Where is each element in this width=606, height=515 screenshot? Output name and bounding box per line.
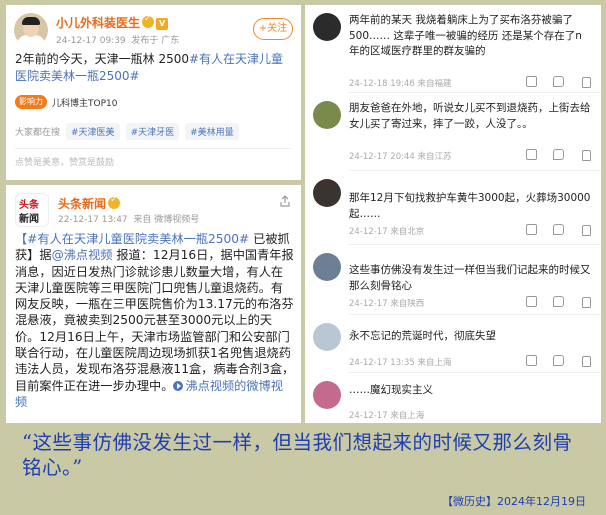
- reward-note: 点赞是美意，赞赏是鼓励: [15, 158, 115, 168]
- share-icon[interactable]: [526, 149, 537, 160]
- comment-item: 这些事仿佛没有发生过一样但当我们记起来的时候又那么刻骨铭心 24-12-17 来…: [305, 245, 601, 315]
- like-icon[interactable]: [580, 224, 591, 236]
- comment-meta: 24-12-17 来自陕西: [349, 299, 425, 309]
- reply-icon[interactable]: [553, 355, 564, 366]
- avatar[interactable]: [313, 179, 341, 207]
- follow-button[interactable]: +关注: [253, 18, 293, 40]
- comment-text: ……魔幻现实主义: [349, 384, 433, 396]
- avatar[interactable]: [313, 323, 341, 351]
- avatar[interactable]: [14, 13, 48, 47]
- avatar[interactable]: [313, 253, 341, 281]
- weibo-post-card: 小儿外科装医生V 24-12-17 09:39 发布于 广东 +关注 2年前的今…: [6, 5, 301, 180]
- verified-badge-icon: [108, 195, 121, 209]
- reply-icon[interactable]: [553, 149, 564, 160]
- comment-item: ……魔幻现实主义 24-12-17 来自上海: [305, 373, 601, 423]
- topic-link[interactable]: 【#有人在天津儿童医院卖美林一瓶2500#: [15, 232, 249, 246]
- share-icon[interactable]: [279, 195, 291, 207]
- comments-panel: 两年前的某天 我烧着躺床上为了买布洛芬被骗了500…… 这辈子唯一被骗的经历 还…: [305, 5, 601, 423]
- video-icon: [173, 380, 184, 391]
- search-chip[interactable]: #天津牙医: [125, 123, 180, 140]
- left-column: 小儿外科装医生V 24-12-17 09:39 发布于 广东 +关注 2年前的今…: [6, 5, 301, 423]
- everyone-searching: 大家都在搜 #天津医美 #天津牙医 #美林用量: [15, 123, 239, 140]
- verified-badge-icon: [142, 14, 155, 28]
- avatar[interactable]: [313, 101, 341, 129]
- post-meta: 22-12-17 13:47 来自 微博视频号: [58, 215, 200, 225]
- like-icon[interactable]: [580, 355, 591, 367]
- influence-badge: 影响力: [15, 95, 47, 109]
- screenshot-frame: 小儿外科装医生V 24-12-17 09:39 发布于 广东 +关注 2年前的今…: [0, 0, 606, 515]
- reply-icon[interactable]: [553, 224, 564, 235]
- comment-item: 那年12月下旬找救护车黄牛3000起，火葬场30000起…… 24-12-17 …: [305, 171, 601, 245]
- like-icon[interactable]: [580, 76, 591, 88]
- comment-item: 永不忘记的荒诞时代，彻底失望 24-12-17 13:35 来自上海: [305, 315, 601, 373]
- avatar[interactable]: [313, 13, 341, 41]
- divider: [15, 148, 292, 149]
- share-icon[interactable]: [526, 296, 537, 307]
- post-text: 【#有人在天津儿童医院卖美林一瓶2500# 已被抓获】据@沸点视频 报道：12月…: [15, 232, 295, 409]
- comment-item: 朋友爸爸在外地，听说女儿买不到退烧药，上街去给女儿买了寄过来，摔了一跤，人没了。…: [305, 93, 601, 171]
- comment-text: 朋友爸爸在外地，听说女儿买不到退烧药，上街去给女儿买了寄过来，摔了一跤，人没了。…: [349, 102, 591, 130]
- post-text: 2年前的今天，天津一瓶林 2500#有人在天津儿童医院卖美林一瓶2500#: [15, 52, 284, 83]
- comment-text: 那年12月下旬找救护车黄牛3000起，火葬场30000起……: [349, 192, 591, 220]
- avatar[interactable]: 头条 新闻: [15, 193, 49, 227]
- comment-meta: 24-12-17 13:35 来自上海: [349, 358, 452, 368]
- comment-text: 这些事仿佛没有发生过一样但当我们记起来的时候又那么刻骨铭心: [349, 264, 591, 292]
- avatar[interactable]: [313, 381, 341, 409]
- search-chip[interactable]: #天津医美: [66, 123, 120, 140]
- comment-text: 永不忘记的荒诞时代，彻底失望: [349, 330, 496, 342]
- author-name[interactable]: 头条新闻: [58, 195, 121, 212]
- share-icon[interactable]: [526, 355, 537, 366]
- share-icon[interactable]: [526, 76, 537, 87]
- credit-label: 【微历史】2024年12月19日: [442, 495, 586, 508]
- rank-badge: V: [156, 18, 169, 30]
- like-icon[interactable]: [580, 296, 591, 308]
- author-name[interactable]: 小儿外科装医生V: [56, 14, 169, 31]
- comment-meta: 24-12-18 19:46 来自福建: [349, 79, 452, 89]
- comment-item: 两年前的某天 我烧着躺床上为了买布洛芬被骗了500…… 这辈子唯一被骗的经历 还…: [305, 5, 601, 93]
- comment-meta: 24-12-17 来自北京: [349, 227, 425, 237]
- influence-tag[interactable]: 影响力 儿科博主TOP10: [15, 93, 117, 111]
- weibo-post-card: 头条 新闻 头条新闻 22-12-17 13:47 来自 微博视频号 【#有人在…: [6, 185, 301, 423]
- comment-meta: 24-12-17 来自上海: [349, 411, 425, 421]
- caption-quote: “这些事仿佛没发生过一样，但当我们想起来的时候又那么刻骨铭心。”: [22, 431, 573, 479]
- comment-text: 两年前的某天 我烧着躺床上为了买布洛芬被骗了500…… 这辈子唯一被骗的经历 还…: [349, 14, 582, 57]
- post-meta: 24-12-17 09:39 发布于 广东: [56, 36, 180, 46]
- share-icon[interactable]: [526, 224, 537, 235]
- reply-icon[interactable]: [553, 296, 564, 307]
- reply-icon[interactable]: [553, 76, 564, 87]
- search-chip[interactable]: #美林用量: [185, 123, 239, 140]
- rank-label: 儿科博主TOP10: [52, 98, 118, 109]
- comment-meta: 24-12-17 20:44 来自江苏: [349, 152, 452, 162]
- like-icon[interactable]: [580, 149, 591, 161]
- mention-link[interactable]: @沸点视频: [52, 248, 113, 262]
